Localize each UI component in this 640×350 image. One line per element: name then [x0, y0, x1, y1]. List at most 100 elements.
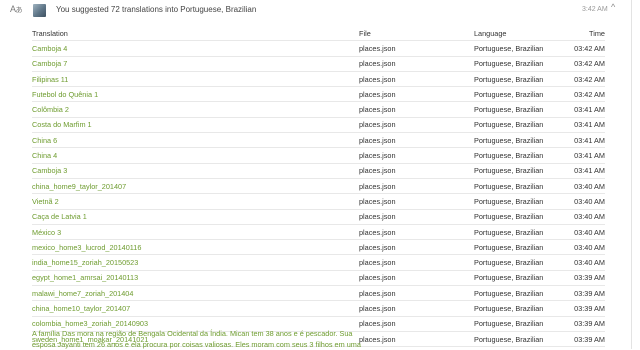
time-cell: 03:40 AM: [571, 224, 605, 241]
time-cell: 03:42 AM: [571, 86, 605, 103]
column-header-time: Time: [571, 26, 605, 42]
language-cell: Portuguese, Brazilian: [474, 270, 571, 287]
translation-link[interactable]: Costa do Marfim 1: [32, 117, 359, 134]
time-cell: 03:41 AM: [571, 147, 605, 164]
time-cell: 03:41 AM: [571, 101, 605, 118]
table-row: china_home9_taylor_201407 places.json Port…: [32, 178, 605, 195]
translation-link[interactable]: Camboja 4: [32, 40, 359, 57]
language-cell: Portuguese, Brazilian: [474, 71, 571, 88]
time-cell: 03:40 AM: [571, 178, 605, 195]
table-row: Caça de Latvia 1 places.json Portuguese, B…: [32, 209, 605, 225]
language-cell: Portuguese, Brazilian: [474, 86, 571, 103]
file-cell: places.json: [359, 147, 474, 164]
language-cell: Portuguese, Brazilian: [474, 254, 571, 271]
time-cell: 03:42 AM: [571, 56, 605, 72]
time-cell: 03:40 AM: [571, 239, 605, 256]
table-row: México 3 places.json Portuguese, Brazilian…: [32, 224, 605, 241]
file-cell: places.json: [359, 56, 474, 72]
language-cell: Portuguese, Brazilian: [474, 331, 571, 348]
language-cell: Portuguese, Brazilian: [474, 101, 571, 118]
file-cell: places.json: [359, 224, 474, 241]
file-cell: places.json: [359, 86, 474, 103]
activity-header: Aあ You suggested 72 translations into Po…: [0, 0, 632, 22]
translation-excerpt-link[interactable]: A família Das mora na região de Bengala …: [32, 329, 372, 350]
table-row: china_home10_taylor_201407 places.json Por…: [32, 300, 605, 317]
translation-link[interactable]: china_home9_taylor_201407: [32, 178, 359, 195]
time-cell: 03:41 AM: [571, 132, 605, 149]
translation-link[interactable]: Colômbia 2: [32, 101, 359, 118]
file-cell: places.json: [359, 117, 474, 134]
table-row: Colômbia 2 places.json Portuguese, Brazili…: [32, 101, 605, 118]
column-header-language: Language: [474, 26, 571, 42]
translation-link[interactable]: china_home10_taylor_201407: [32, 300, 359, 317]
table-row: malawi_home7_zoriah_201404 places.json Por…: [32, 285, 605, 302]
table-header-row: Translation File Language Time: [32, 26, 605, 42]
file-cell: places.json: [359, 40, 474, 57]
time-cell: 03:40 AM: [571, 193, 605, 210]
language-cell: Portuguese, Brazilian: [474, 147, 571, 164]
time-cell: 03:39 AM: [571, 270, 605, 287]
table-row: China 4 places.json Portuguese, Brazilian 0…: [32, 147, 605, 164]
file-cell: places.json: [359, 331, 474, 348]
chevron-up-icon[interactable]: ^: [611, 2, 615, 12]
activity-timestamp: 3:42 AM: [582, 6, 608, 13]
translation-link[interactable]: malawi_home7_zoriah_201404: [32, 285, 359, 302]
translate-icon: Aあ: [10, 4, 23, 14]
translation-link[interactable]: india_home15_zoriah_20150523: [32, 254, 359, 271]
time-cell: 03:41 AM: [571, 117, 605, 134]
translation-link[interactable]: Futebol do Quênia 1: [32, 86, 359, 103]
time-cell: 03:40 AM: [571, 254, 605, 271]
table-row: Filipinas 11 places.json Portuguese, Brazi…: [32, 71, 605, 88]
translation-link[interactable]: mexico_home3_lucrod_20140116: [32, 239, 359, 256]
file-cell: places.json: [359, 71, 474, 88]
file-cell: places.json: [359, 178, 474, 195]
translation-link[interactable]: egypt_home1_amrsai_20140113: [32, 270, 359, 287]
column-header-file: File: [359, 26, 474, 42]
language-cell: Portuguese, Brazilian: [474, 178, 571, 195]
language-cell: Portuguese, Brazilian: [474, 193, 571, 210]
time-cell: 03:41 AM: [571, 163, 605, 179]
table-row: india_home15_zoriah_20150523 places.json P…: [32, 254, 605, 271]
language-cell: Portuguese, Brazilian: [474, 56, 571, 72]
table-row: Vietnã 2 places.json Portuguese, Brazilian…: [32, 193, 605, 210]
translation-link[interactable]: Camboja 3: [32, 163, 359, 179]
translation-link[interactable]: México 3: [32, 224, 359, 241]
file-cell: places.json: [359, 285, 474, 302]
translation-link[interactable]: Camboja 7: [32, 56, 359, 72]
language-cell: Portuguese, Brazilian: [474, 117, 571, 134]
language-cell: Portuguese, Brazilian: [474, 285, 571, 302]
language-cell: Portuguese, Brazilian: [474, 224, 571, 241]
language-cell: Portuguese, Brazilian: [474, 40, 571, 57]
file-cell: places.json: [359, 209, 474, 225]
table-row: China 6 places.json Portuguese, Brazilian 0…: [32, 132, 605, 149]
file-cell: places.json: [359, 193, 474, 210]
time-cell: 03:42 AM: [571, 40, 605, 57]
table-row: mexico_home3_lucrod_20140116 places.json P…: [32, 239, 605, 256]
language-cell: Portuguese, Brazilian: [474, 209, 571, 225]
time-cell: 03:39 AM: [571, 300, 605, 317]
table-row: egypt_home1_amrsai_20140113 places.json Po…: [32, 270, 605, 287]
time-cell: 03:39 AM: [571, 285, 605, 302]
table-row: Camboja 7 places.json Portuguese, Brazilia…: [32, 56, 605, 72]
time-cell: 03:39 AM: [571, 331, 605, 348]
file-cell: places.json: [359, 101, 474, 118]
translation-link[interactable]: Caça de Latvia 1: [32, 209, 359, 225]
file-cell: places.json: [359, 163, 474, 179]
time-cell: 03:40 AM: [571, 209, 605, 225]
time-cell: 03:39 AM: [571, 316, 605, 332]
table-row: Camboja 3 places.json Portuguese, Brazilia…: [32, 163, 605, 179]
translation-link[interactable]: China 6: [32, 132, 359, 149]
translation-link[interactable]: China 4: [32, 147, 359, 164]
table-row: Futebol do Quênia 1 places.json Portuguese…: [32, 86, 605, 103]
language-cell: Portuguese, Brazilian: [474, 300, 571, 317]
activity-panel: Aあ You suggested 72 translations into Po…: [0, 0, 632, 349]
translation-link[interactable]: Vietnã 2: [32, 193, 359, 210]
file-cell: places.json: [359, 316, 474, 332]
language-cell: Portuguese, Brazilian: [474, 163, 571, 179]
file-cell: places.json: [359, 300, 474, 317]
file-cell: places.json: [359, 132, 474, 149]
column-header-translation: Translation: [32, 26, 359, 42]
language-cell: Portuguese, Brazilian: [474, 239, 571, 256]
file-cell: places.json: [359, 254, 474, 271]
translation-link[interactable]: Filipinas 11: [32, 71, 359, 88]
